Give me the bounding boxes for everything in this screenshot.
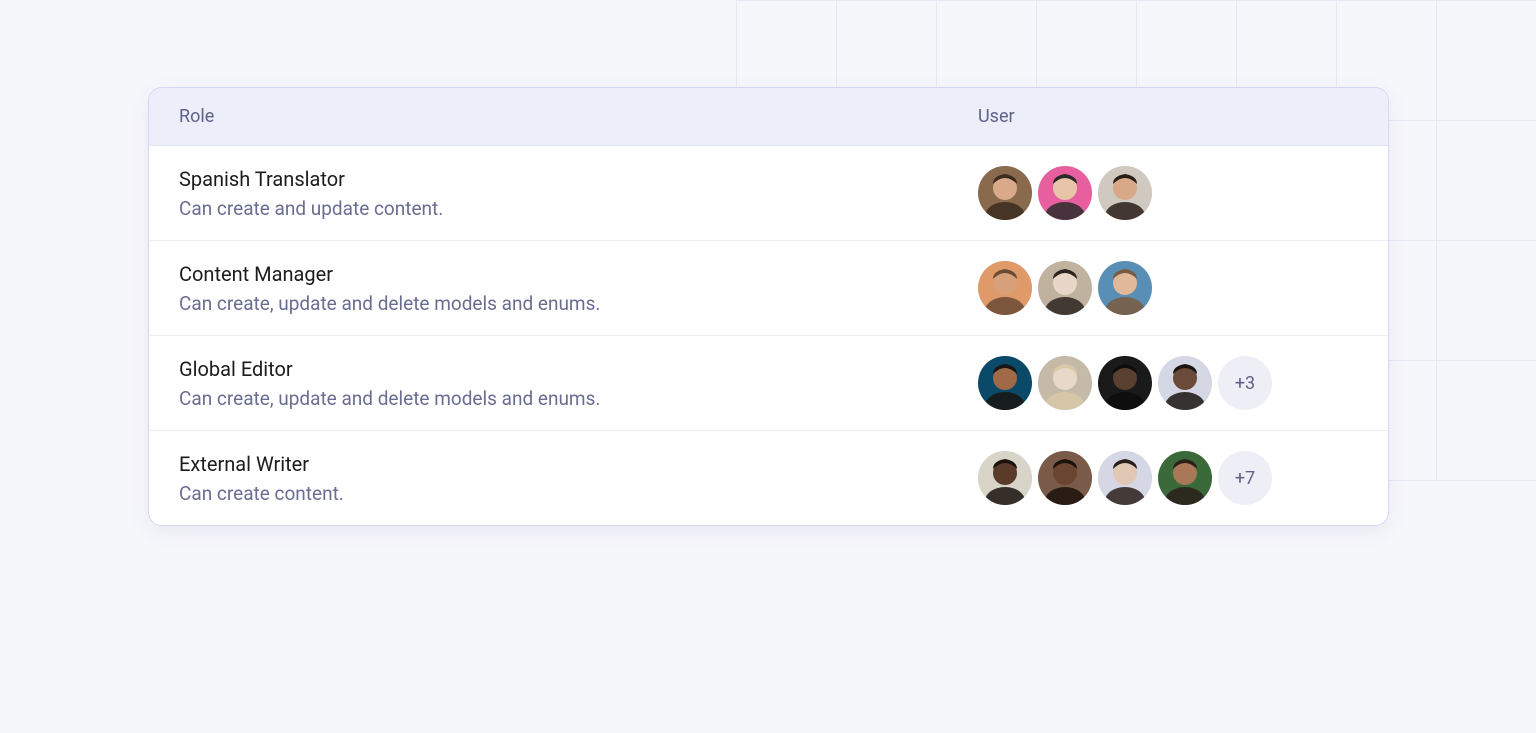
avatar-group — [978, 261, 1358, 315]
col-header-role: Role — [179, 106, 214, 127]
avatar[interactable] — [1098, 451, 1152, 505]
roles-card: Role User Spanish Translator Can create a… — [148, 87, 1389, 526]
avatar-more-badge[interactable]: +7 — [1218, 451, 1272, 505]
avatar[interactable] — [1098, 356, 1152, 410]
avatar[interactable] — [1038, 356, 1092, 410]
avatar-group: +7 — [978, 451, 1358, 505]
user-cell: +7 — [978, 451, 1358, 505]
role-title: External Writer — [179, 452, 978, 476]
avatar-group — [978, 166, 1358, 220]
table-row[interactable]: External Writer Can create content. +7 — [149, 431, 1388, 525]
table-header: Role User — [149, 88, 1388, 146]
user-cell — [978, 166, 1358, 220]
role-title: Global Editor — [179, 357, 978, 381]
avatar[interactable] — [1038, 261, 1092, 315]
avatar-more-badge[interactable]: +3 — [1218, 356, 1272, 410]
role-description: Can create content. — [179, 482, 978, 505]
role-description: Can create, update and delete models and… — [179, 292, 978, 315]
role-cell: Spanish Translator Can create and update … — [179, 167, 978, 220]
table-row[interactable]: Spanish Translator Can create and update … — [149, 146, 1388, 241]
avatar[interactable] — [1158, 451, 1212, 505]
role-description: Can create, update and delete models and… — [179, 387, 978, 410]
role-description: Can create and update content. — [179, 197, 978, 220]
role-title: Spanish Translator — [179, 167, 978, 191]
avatar[interactable] — [1038, 166, 1092, 220]
table-body: Spanish Translator Can create and update … — [149, 146, 1388, 525]
avatar[interactable] — [1098, 261, 1152, 315]
avatar[interactable] — [978, 166, 1032, 220]
role-cell: Global Editor Can create, update and dele… — [179, 357, 978, 410]
role-cell: External Writer Can create content. — [179, 452, 978, 505]
role-cell: Content Manager Can create, update and de… — [179, 262, 978, 315]
avatar[interactable] — [978, 451, 1032, 505]
avatar[interactable] — [1158, 356, 1212, 410]
avatar[interactable] — [1098, 166, 1152, 220]
avatar[interactable] — [978, 356, 1032, 410]
table-row[interactable]: Global Editor Can create, update and dele… — [149, 336, 1388, 431]
avatar[interactable] — [1038, 451, 1092, 505]
user-cell: +3 — [978, 356, 1358, 410]
col-header-user: User — [978, 106, 1015, 127]
avatar-group: +3 — [978, 356, 1358, 410]
user-cell — [978, 261, 1358, 315]
avatar[interactable] — [978, 261, 1032, 315]
role-title: Content Manager — [179, 262, 978, 286]
table-row[interactable]: Content Manager Can create, update and de… — [149, 241, 1388, 336]
